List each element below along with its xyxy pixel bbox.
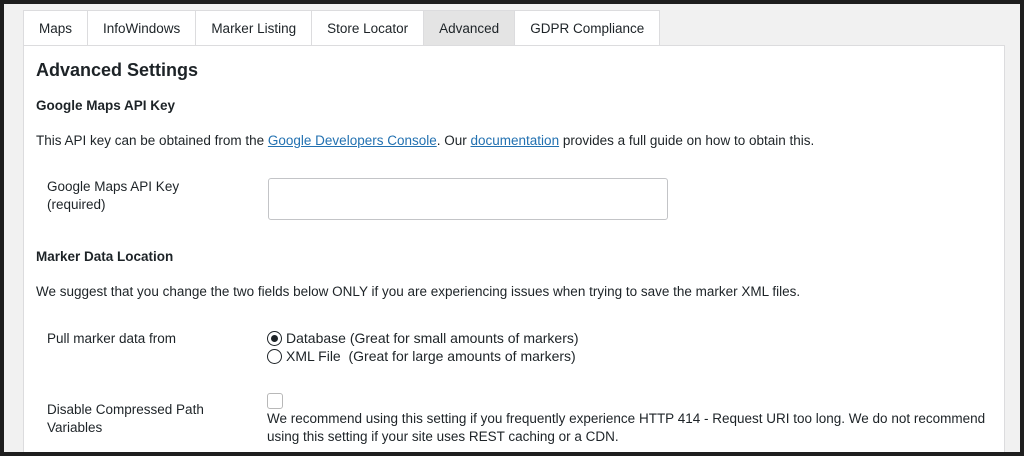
radio-option-database[interactable]: Database (Great for small amounts of mar… bbox=[267, 330, 579, 346]
api-key-field-label-line2: (required) bbox=[47, 197, 106, 212]
disable-compressed-path-checkbox[interactable] bbox=[267, 393, 283, 409]
marker-data-info: We suggest that you change the two field… bbox=[36, 284, 801, 299]
api-key-info-middle: . Our bbox=[436, 133, 471, 148]
marker-data-heading: Marker Data Location bbox=[36, 249, 174, 264]
google-developers-console-link[interactable]: Google Developers Console bbox=[268, 133, 437, 148]
radio-database[interactable] bbox=[267, 330, 282, 346]
radio-selected-dot bbox=[271, 334, 278, 342]
tab-maps[interactable]: Maps bbox=[23, 10, 88, 46]
api-key-input[interactable] bbox=[268, 178, 668, 220]
tab-store-locator[interactable]: Store Locator bbox=[311, 10, 424, 46]
page-title: Advanced Settings bbox=[36, 60, 199, 80]
api-key-field-label-line1: Google Maps API Key bbox=[47, 179, 180, 194]
tab-infowindows[interactable]: InfoWindows bbox=[87, 10, 196, 46]
settings-panel: Advanced Settings Google Maps API Key Th… bbox=[23, 45, 1005, 452]
settings-frame: Maps InfoWindows Marker Listing Store Lo… bbox=[4, 4, 1020, 452]
settings-tabs: Maps InfoWindows Marker Listing Store Lo… bbox=[23, 10, 661, 48]
radio-database-label: Database (Great for small amounts of mar… bbox=[286, 330, 579, 346]
radio-xml[interactable] bbox=[267, 348, 282, 364]
disable-label-line2: Variables bbox=[47, 420, 103, 435]
radio-xml-label: XML File (Great for large amounts of mar… bbox=[286, 348, 576, 364]
tab-marker-listing[interactable]: Marker Listing bbox=[195, 10, 312, 46]
documentation-link[interactable]: documentation bbox=[471, 133, 560, 148]
api-key-info-suffix: provides a full guide on how to obtain t… bbox=[559, 133, 815, 148]
tab-advanced[interactable]: Advanced bbox=[423, 10, 515, 46]
disable-label-line1: Disable Compressed Path bbox=[47, 402, 204, 417]
radio-option-xml[interactable]: XML File (Great for large amounts of mar… bbox=[267, 348, 576, 364]
api-key-field-label: Google Maps API Key (required) bbox=[47, 178, 179, 214]
api-key-info-prefix: This API key can be obtained from the bbox=[36, 133, 268, 148]
pull-marker-label: Pull marker data from bbox=[47, 331, 177, 346]
api-key-info: This API key can be obtained from the Go… bbox=[36, 133, 814, 148]
tab-gdpr-compliance[interactable]: GDPR Compliance bbox=[514, 10, 661, 46]
api-key-heading: Google Maps API Key bbox=[36, 98, 176, 113]
disable-compressed-path-description: We recommend using this setting if you f… bbox=[267, 411, 986, 444]
disable-compressed-path-label: Disable Compressed Path Variables bbox=[47, 401, 204, 437]
